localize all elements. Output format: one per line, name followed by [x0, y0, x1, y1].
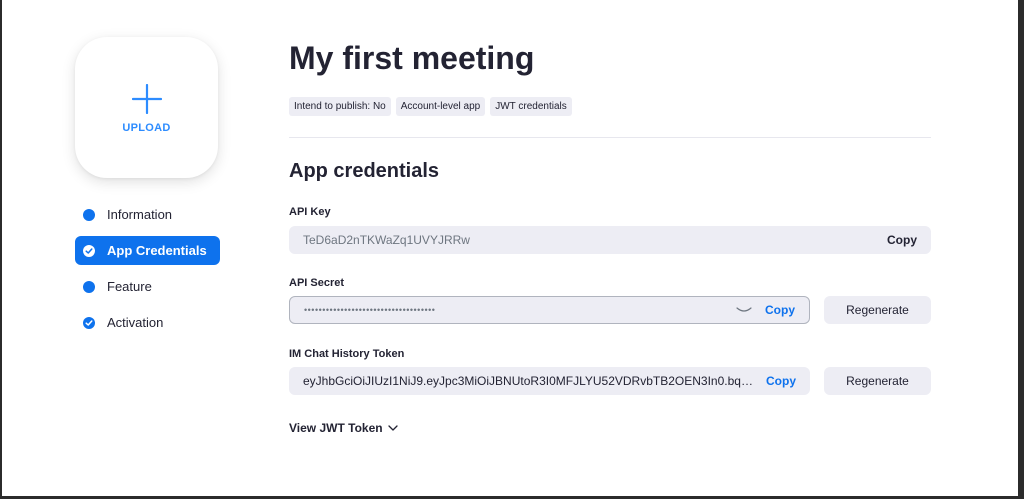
step-dot-icon — [83, 280, 95, 293]
section-title: App credentials — [289, 160, 440, 182]
im-token-label: IM Chat History Token — [289, 348, 405, 360]
upload-button[interactable]: UPLOAD — [75, 37, 218, 178]
nav-item-app-credentials[interactable]: App Credentials — [75, 236, 220, 265]
nav-item-information[interactable]: Information — [75, 200, 220, 229]
api-secret-label: API Secret — [289, 277, 345, 289]
nav-item-label: Information — [107, 207, 173, 222]
nav-item-label: Feature — [107, 279, 152, 294]
check-circle-icon — [83, 244, 95, 257]
divider — [289, 137, 931, 138]
im-token-field: eyJhbGciOiJIUzI1NiJ9.eyJpc3MiOiJBNUtoR3I… — [289, 367, 810, 395]
tag-publish: Intend to publish: No — [289, 97, 391, 116]
nav-item-label: App Credentials — [107, 243, 207, 258]
api-key-copy-button[interactable]: Copy — [881, 233, 931, 247]
api-key-label: API Key — [289, 206, 331, 218]
view-jwt-token-toggle[interactable]: View JWT Token — [289, 421, 398, 435]
api-key-value: TeD6aD2nTKWaZq1UVYJRRw — [303, 233, 470, 247]
chevron-down-icon — [387, 425, 398, 431]
im-token-value: eyJhbGciOiJIUzI1NiJ9.eyJpc3MiOiJBNUtoR3I… — [303, 374, 760, 388]
api-secret-field[interactable]: •••••••••••••••••••••••••••••••••••• Cop… — [289, 296, 810, 324]
api-secret-copy-button[interactable]: Copy — [759, 303, 809, 317]
nav-item-activation[interactable]: Activation — [75, 308, 220, 337]
window-border-right — [1018, 0, 1024, 499]
check-circle-icon — [83, 316, 95, 329]
im-token-copy-button[interactable]: Copy — [760, 374, 810, 388]
view-jwt-token-label: View JWT Token — [289, 421, 383, 435]
api-key-field: TeD6aD2nTKWaZq1UVYJRRw Copy — [289, 226, 931, 254]
plus-icon — [131, 83, 162, 114]
upload-label: UPLOAD — [122, 121, 171, 134]
step-dot-icon — [83, 208, 95, 221]
nav-item-feature[interactable]: Feature — [75, 272, 220, 301]
api-secret-regenerate-button[interactable]: Regenerate — [824, 296, 931, 324]
nav-item-label: Activation — [107, 315, 164, 330]
side-nav: Information App Credentials Feature Acti… — [75, 200, 220, 344]
eye-closed-icon[interactable] — [735, 305, 753, 315]
api-secret-value: •••••••••••••••••••••••••••••••••••• — [304, 305, 436, 315]
im-token-regenerate-button[interactable]: Regenerate — [824, 367, 931, 395]
window-border-left — [0, 0, 2, 499]
tag-jwt: JWT credentials — [490, 97, 572, 116]
tag-list: Intend to publish: No Account-level app … — [289, 97, 572, 116]
page-title: My first meeting — [289, 40, 535, 76]
tag-account-level: Account-level app — [395, 97, 486, 116]
